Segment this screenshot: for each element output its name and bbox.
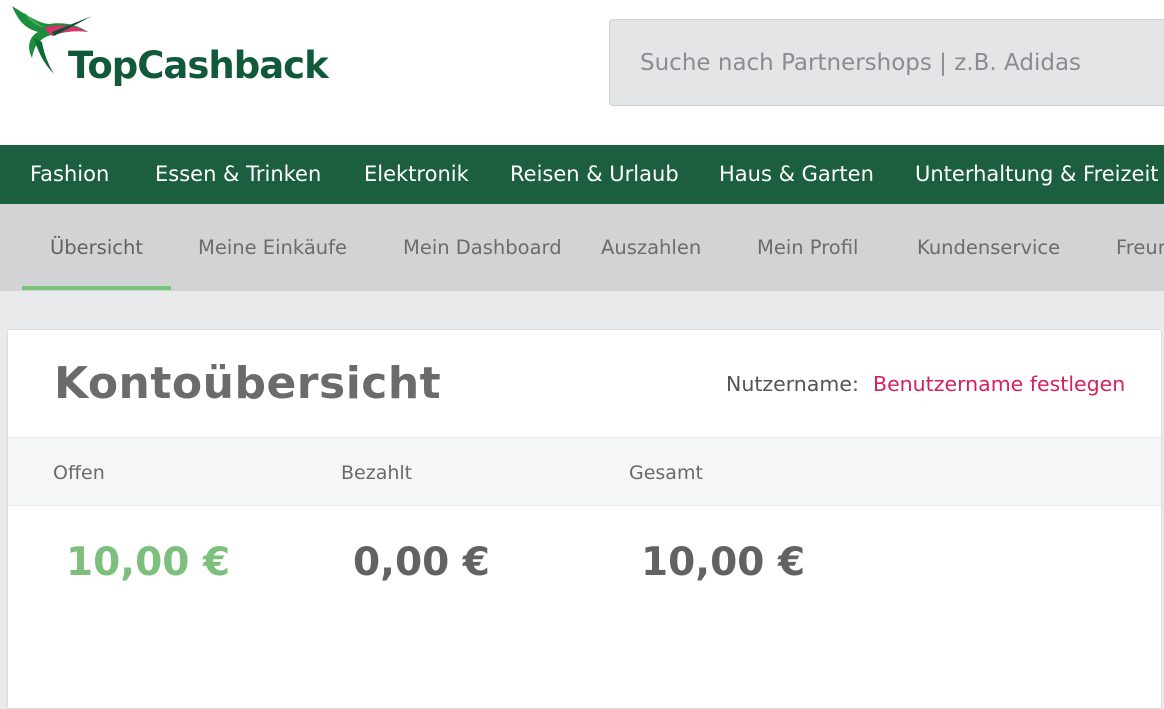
tab-freunde-werben[interactable]: Freunde werben xyxy=(1116,204,1164,291)
tab-mein-dashboard[interactable]: Mein Dashboard xyxy=(403,204,562,291)
tab-uebersicht[interactable]: Übersicht xyxy=(50,204,143,291)
set-username-link[interactable]: Benutzername festlegen xyxy=(873,372,1125,396)
topcashback-logo[interactable]: TopCashback xyxy=(4,2,329,98)
label-offen: Offen xyxy=(53,462,105,484)
category-reisen-urlaub[interactable]: Reisen & Urlaub xyxy=(510,145,679,204)
tab-kundenservice[interactable]: Kundenservice xyxy=(917,204,1060,291)
category-fashion[interactable]: Fashion xyxy=(30,145,109,204)
account-overview-card: Kontoübersicht Nutzername: Benutzername … xyxy=(7,329,1162,709)
username-label: Nutzername: xyxy=(726,372,859,396)
category-nav: Fashion Essen & Trinken Elektronik Reise… xyxy=(0,145,1164,204)
stats-header-row: Offen Bezahlt Gesamt xyxy=(8,437,1161,506)
search-input[interactable]: Suche nach Partnershops | z.B. Adidas xyxy=(609,19,1164,106)
category-unterhaltung-freizeit[interactable]: Unterhaltung & Freizeit xyxy=(915,145,1159,204)
page-title: Kontoübersicht xyxy=(54,358,442,409)
label-bezahlt: Bezahlt xyxy=(341,462,413,484)
amount-bezahlt: 0,00 € xyxy=(353,540,490,585)
category-essen-trinken[interactable]: Essen & Trinken xyxy=(155,145,321,204)
search-placeholder: Suche nach Partnershops | z.B. Adidas xyxy=(640,49,1082,76)
amount-offen: 10,00 € xyxy=(66,540,231,585)
category-haus-garten[interactable]: Haus & Garten xyxy=(719,145,874,204)
tab-mein-profil[interactable]: Mein Profil xyxy=(757,204,858,291)
label-gesamt: Gesamt xyxy=(629,462,703,484)
tab-meine-einkaeufe[interactable]: Meine Einkäufe xyxy=(198,204,347,291)
active-tab-indicator xyxy=(22,286,171,290)
tab-auszahlen[interactable]: Auszahlen xyxy=(601,204,701,291)
site-header: TopCashback Suche nach Partnershops | z.… xyxy=(0,0,1164,145)
account-nav: Übersicht Meine Einkäufe Mein Dashboard … xyxy=(0,204,1164,291)
amount-gesamt: 10,00 € xyxy=(641,540,806,585)
logo-text: TopCashback xyxy=(68,44,329,87)
category-elektronik[interactable]: Elektronik xyxy=(364,145,469,204)
